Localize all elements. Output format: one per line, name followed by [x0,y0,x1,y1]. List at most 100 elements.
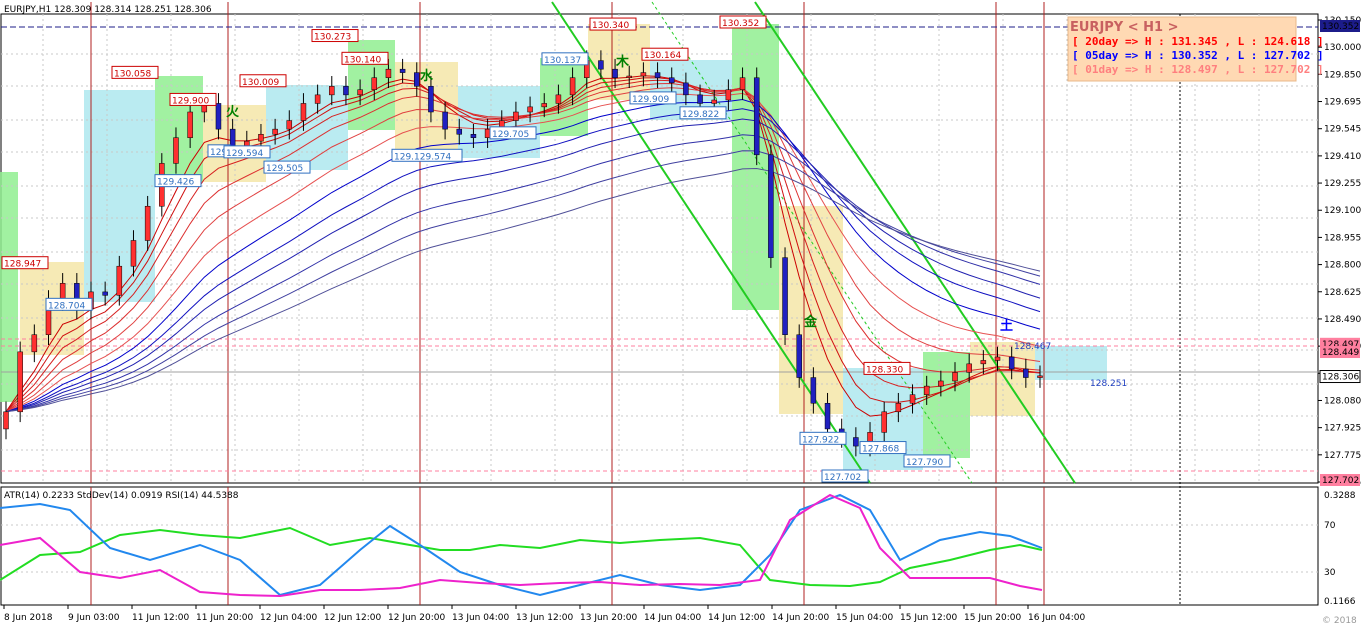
candle [428,86,434,113]
price-tick-label: 128.800 [1324,261,1361,271]
candle [399,68,406,73]
candle [626,75,632,78]
candle [555,94,562,104]
candle [513,111,519,121]
symbol-header: EURJPY,H1 128.309 128.314 128.251 128.30… [4,5,212,15]
price-tick-label: 129.695 [1324,98,1361,108]
day-marker: 土 [1000,318,1013,334]
candle [527,106,533,113]
candle [343,86,349,96]
time-tick-label: 13 Jun 04:00 [452,613,509,623]
candle [895,402,902,413]
candle [938,380,944,387]
candle [300,103,307,121]
price-mark-label: 128.947 [4,260,41,270]
price-tick-label: 130.000 [1324,43,1361,53]
candle [612,68,618,78]
price-mark-label: 129.705 [492,130,529,140]
time-tick-label: 16 Jun 04:00 [1028,613,1085,623]
candle [923,385,930,395]
price-tick-label: 129.410 [1324,152,1361,162]
price-mark-label: 129.426 [157,178,194,188]
time-tick-label: 12 Jun 04:00 [260,613,317,623]
candle [994,356,1001,361]
candle [17,351,23,413]
candle [130,240,137,267]
time-tick-label: 9 Jun 03:00 [68,613,120,623]
candle [952,372,958,382]
candle [683,82,689,96]
indicator-axis-label: 70 [1324,521,1336,531]
candle [966,363,972,373]
candle [1023,368,1029,378]
info-20day: [ 20day => H : 131.345 , L : 124.618 ] [1072,35,1324,48]
price-tick-label: 129.255 [1324,179,1361,189]
candle [569,77,576,96]
indicator-axis-label: 0.1166 [1324,597,1356,607]
candle [739,77,746,90]
price-mark-label: 129.822 [682,110,719,120]
price-tick-label: 128.080 [1324,396,1361,406]
time-tick-label: 11 Jun 12:00 [132,613,189,623]
candle [881,411,887,433]
day-marker: 水 [420,68,434,84]
time-tick-label: 12 Jun 20:00 [388,613,445,623]
price-mark-label: 129.909 [632,95,669,105]
time-tick-label: 12 Jun 12:00 [324,613,381,623]
day-marker: 火 [226,105,240,120]
candle [810,377,817,404]
candle [853,437,859,447]
candle [31,334,38,353]
indicator-header: ATR(14) 0.2233 StdDev(14) 0.0919 RSI(14)… [4,491,239,501]
price-mark-label: 130.137 [544,56,581,66]
candle [414,72,420,87]
price-mark-label: 129.900 [172,96,209,106]
indicator-axis-label: 30 [1324,568,1336,578]
day-marker: 金 [803,314,818,330]
candle [456,128,463,135]
candle [3,411,9,430]
time-tick-label: 8 Jun 2018 [4,613,53,623]
price-chart[interactable]: 128.947128.704130.058129.426129.90012912… [0,0,1362,628]
price-tick-label: 128.490 [1324,315,1361,325]
price-mark-label: 129.505 [266,164,303,174]
price-mark-label: 127.790 [906,458,943,468]
price-tick-label: 129.100 [1324,206,1361,216]
candle [697,94,703,104]
time-tick-label: 13 Jun 12:00 [516,613,573,623]
candle [116,265,123,296]
candle [470,134,477,138]
candle [215,103,222,130]
price-mark-label: 130.058 [114,69,151,79]
candle [484,128,491,138]
candle [1008,356,1015,370]
candle [668,77,675,84]
time-tick-label: 15 Jun 04:00 [836,613,893,623]
price-tag-label: 128.306 [1322,373,1359,383]
candle [442,111,448,130]
candle [711,99,717,104]
price-mark-label: 130.352 [722,19,759,29]
price-tick-label: 128.625 [1324,288,1361,298]
price-mark-label: 130.273 [314,33,351,43]
price-tick-label: 127.925 [1324,424,1361,434]
candle [357,89,363,96]
copyright: © 2018 [1322,616,1357,626]
day-marker: 木 [615,54,630,70]
candle [980,360,987,365]
candle [286,120,293,130]
price-mark-label: 128.251 [1090,379,1127,389]
price-tag-label: 127.702 [1322,476,1359,486]
candle [753,77,760,156]
price-mark-label: 129.129.574 [394,152,452,162]
candle [329,86,335,96]
price-mark-label: 130.009 [242,78,279,88]
price-mark-label: 130.140 [344,55,381,65]
candle [598,60,604,70]
candle [187,111,193,138]
time-tick-label: 11 Jun 20:00 [196,613,253,623]
info-05day: [ 05day => H : 130.352 , L : 127.702 ] [1072,49,1324,62]
candle [385,68,392,78]
price-tick-label: 129.850 [1324,70,1361,80]
session-box [923,352,970,458]
